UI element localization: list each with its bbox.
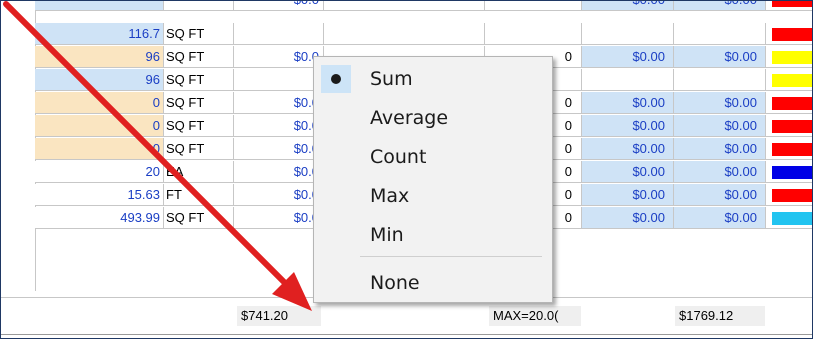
price-cell[interactable] bbox=[234, 23, 324, 45]
qty-cell[interactable]: 96 bbox=[35, 69, 164, 91]
menu-item-min[interactable]: Min bbox=[314, 216, 552, 254]
total-cell[interactable]: $0.00 bbox=[674, 161, 766, 183]
total-cell[interactable] bbox=[674, 23, 766, 45]
price-cell[interactable]: $0.0 bbox=[234, 184, 324, 206]
desc-cell[interactable] bbox=[324, 1, 485, 11]
color-swatch bbox=[772, 28, 812, 41]
cost-cell[interactable]: $0.00 bbox=[582, 46, 674, 68]
price-cell[interactable] bbox=[234, 69, 324, 91]
color-cell[interactable] bbox=[766, 1, 812, 11]
unit-cell[interactable]: SQ FT bbox=[164, 138, 234, 160]
cost-cell[interactable]: $0.00 bbox=[582, 207, 674, 229]
price-cell[interactable]: $0.0 bbox=[234, 207, 324, 229]
qty-cell[interactable]: 0 bbox=[35, 115, 164, 137]
total-cell[interactable] bbox=[674, 69, 766, 91]
menu-item-label: None bbox=[370, 272, 420, 294]
color-swatch bbox=[772, 166, 812, 179]
price-cell[interactable]: $0.0 bbox=[234, 138, 324, 160]
total-cell[interactable]: $0.00 bbox=[674, 46, 766, 68]
count-cell[interactable] bbox=[485, 1, 582, 11]
menu-item-label: Max bbox=[370, 185, 410, 207]
menu-item-sum[interactable]: Sum bbox=[314, 60, 552, 98]
price-cell[interactable]: $0.0 bbox=[234, 1, 324, 11]
color-swatch bbox=[772, 143, 812, 156]
count-cell[interactable] bbox=[485, 23, 582, 45]
cost-cell[interactable]: $0.00 bbox=[582, 115, 674, 137]
price-total[interactable]: $741.20 bbox=[237, 306, 321, 326]
unit-cell[interactable]: SQ FT bbox=[164, 207, 234, 229]
qty-cell[interactable]: 0 bbox=[35, 92, 164, 114]
unit-cell[interactable]: EA bbox=[164, 161, 234, 183]
menu-item-label: Sum bbox=[370, 68, 413, 90]
unit-cell[interactable]: SQ FT bbox=[164, 23, 234, 45]
qty-cell[interactable] bbox=[35, 1, 164, 11]
total-cell[interactable]: $0.00 bbox=[674, 1, 766, 11]
total-cell[interactable]: $0.00 bbox=[674, 138, 766, 160]
total-cell[interactable]: $0.00 bbox=[674, 207, 766, 229]
menu-item-label: Min bbox=[370, 224, 404, 246]
color-cell[interactable] bbox=[766, 23, 812, 45]
unit-cell[interactable]: SQ FT bbox=[164, 46, 234, 68]
desc-cell[interactable] bbox=[324, 23, 485, 45]
color-cell[interactable] bbox=[766, 115, 812, 137]
cost-cell[interactable]: $0.00 bbox=[582, 138, 674, 160]
qty-cell[interactable]: 0 bbox=[35, 138, 164, 160]
color-swatch bbox=[772, 189, 812, 202]
menu-item-label: Average bbox=[370, 107, 449, 129]
extended-total[interactable]: $1769.12 bbox=[675, 306, 765, 326]
color-swatch bbox=[772, 212, 812, 225]
color-cell[interactable] bbox=[766, 184, 812, 206]
color-swatch bbox=[772, 1, 812, 7]
color-swatch bbox=[772, 74, 812, 87]
menu-item-count[interactable]: Count bbox=[314, 138, 552, 176]
color-cell[interactable] bbox=[766, 46, 812, 68]
table-row[interactable]: 116.7 SQ FT bbox=[1, 23, 812, 46]
color-swatch bbox=[772, 97, 812, 110]
color-cell[interactable] bbox=[766, 92, 812, 114]
menu-item-average[interactable]: Average bbox=[314, 99, 552, 137]
price-cell[interactable]: $0.0 bbox=[234, 161, 324, 183]
takeoff-grid-window: $0.0 $0.00 $0.00 116.7SQ FT96SQ FT$0.00$… bbox=[0, 0, 813, 339]
total-cell[interactable]: $0.00 bbox=[674, 115, 766, 137]
menu-item-none[interactable]: None bbox=[314, 264, 552, 302]
color-cell[interactable] bbox=[766, 69, 812, 91]
table-row-top-partial[interactable]: $0.0 $0.00 $0.00 bbox=[1, 1, 812, 12]
color-swatch bbox=[772, 120, 812, 133]
unit-cell[interactable]: SQ FT bbox=[164, 69, 234, 91]
total-cell[interactable]: $0.00 bbox=[674, 184, 766, 206]
qty-cell[interactable]: 15.63 bbox=[35, 184, 164, 206]
qty-cell[interactable]: 96 bbox=[35, 46, 164, 68]
cost-cell[interactable]: $0.00 bbox=[582, 92, 674, 114]
qty-cell[interactable]: 20 bbox=[35, 161, 164, 183]
cost-cell[interactable]: $0.00 bbox=[582, 1, 674, 11]
menu-item-label: Count bbox=[370, 146, 427, 168]
color-cell[interactable] bbox=[766, 138, 812, 160]
unit-cell[interactable]: FT bbox=[164, 184, 234, 206]
unit-cell[interactable]: SQ FT bbox=[164, 115, 234, 137]
color-cell[interactable] bbox=[766, 161, 812, 183]
qty-cell[interactable]: 493.99 bbox=[35, 207, 164, 229]
price-cell[interactable]: $0.0 bbox=[234, 115, 324, 137]
selected-bullet-icon bbox=[321, 65, 351, 93]
color-swatch bbox=[772, 51, 812, 64]
cost-cell[interactable]: $0.00 bbox=[582, 184, 674, 206]
qty-cell[interactable]: 116.7 bbox=[35, 23, 164, 45]
price-cell[interactable]: $0.0 bbox=[234, 92, 324, 114]
cost-cell[interactable] bbox=[582, 23, 674, 45]
price-cell[interactable]: $0.0 bbox=[234, 46, 324, 68]
total-cell[interactable]: $0.00 bbox=[674, 92, 766, 114]
color-cell[interactable] bbox=[766, 207, 812, 229]
aggregate-context-menu: Sum Average Count Max Min None bbox=[313, 56, 553, 303]
unit-cell[interactable] bbox=[164, 1, 234, 11]
menu-separator bbox=[360, 256, 542, 257]
menu-item-max[interactable]: Max bbox=[314, 177, 552, 215]
unit-cell[interactable]: SQ FT bbox=[164, 92, 234, 114]
max-total[interactable]: MAX=20.0( bbox=[489, 306, 581, 326]
cost-cell[interactable]: $0.00 bbox=[582, 161, 674, 183]
cost-cell[interactable] bbox=[582, 69, 674, 91]
